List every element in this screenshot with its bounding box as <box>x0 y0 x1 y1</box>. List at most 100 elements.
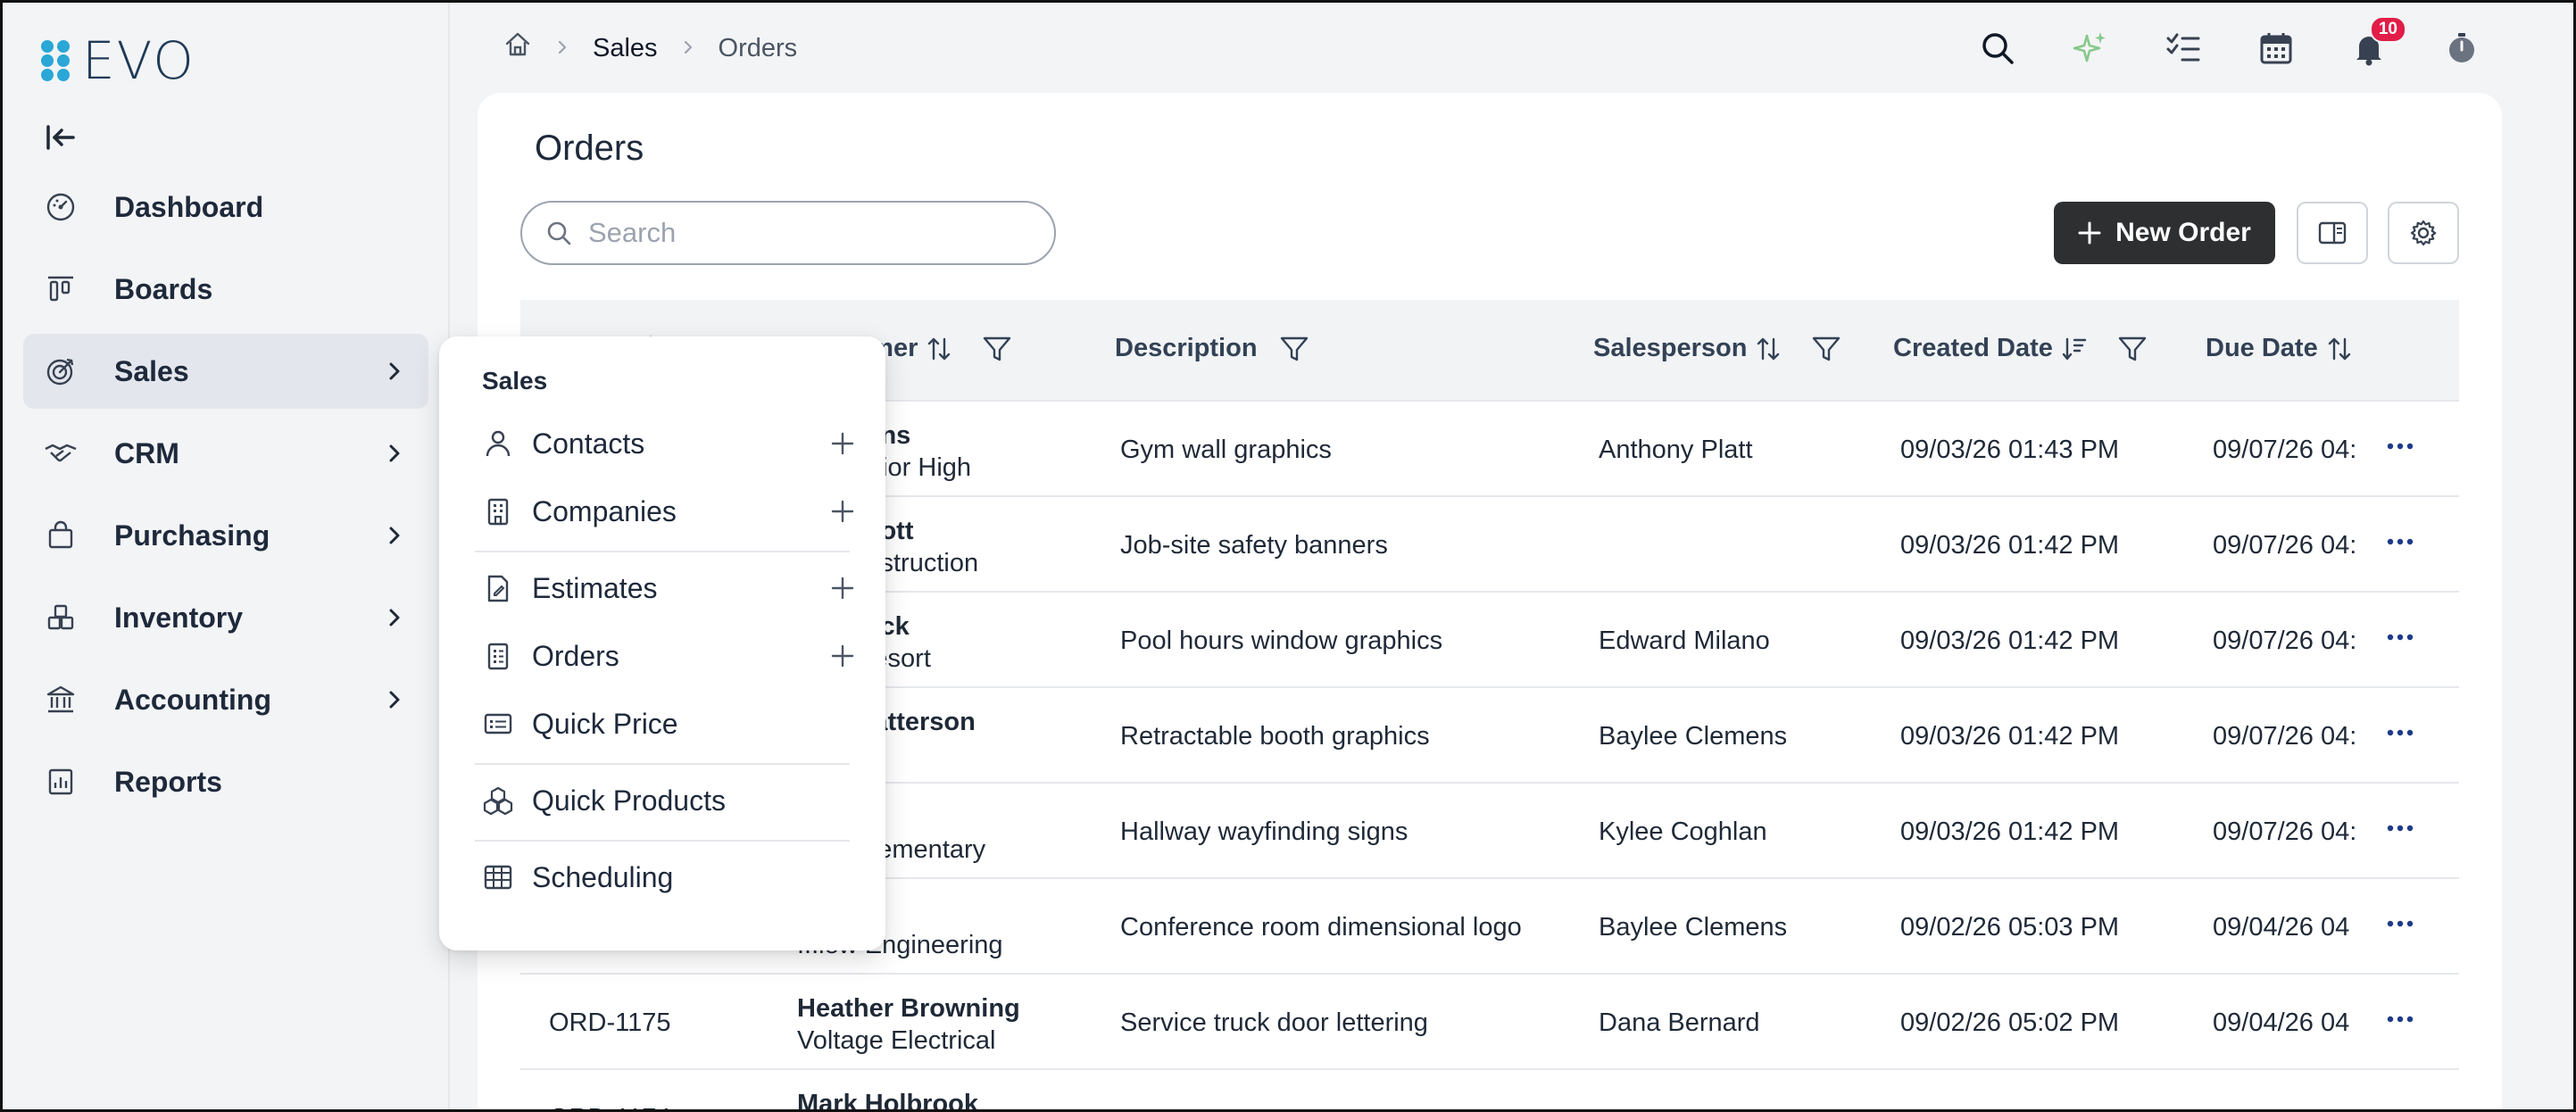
order-number[interactable]: ORD-1174 <box>549 1104 670 1112</box>
flyout-item-companies[interactable]: Companies <box>482 485 857 538</box>
sales-flyout-menu: Sales Contacts Companies Estimates Order… <box>439 336 885 950</box>
flyout-item-estimates[interactable]: Estimates <box>482 561 857 615</box>
order-description: Gym wall graphics <box>1120 436 1332 464</box>
flyout-item-orders[interactable]: Orders <box>482 629 857 683</box>
settings-button[interactable] <box>2388 202 2459 264</box>
new-order-button[interactable]: New Order <box>2054 202 2275 264</box>
sidebar-item-sales[interactable]: Sales <box>23 334 428 409</box>
due-date: 09/07/26 04: <box>2213 436 2357 464</box>
add-order-plus-icon[interactable] <box>828 642 857 670</box>
gear-icon <box>2410 220 2437 246</box>
sidebar-item-dashboard[interactable]: Dashboard <box>23 170 428 245</box>
sidebar-item-accounting[interactable]: Accounting <box>23 662 428 737</box>
flyout-title: Sales <box>482 367 548 394</box>
column-label: Salesperson <box>1593 334 1748 362</box>
due-date: 09/04/26 04 <box>2213 1008 2350 1037</box>
sidebar-item-label: Boards <box>114 272 213 305</box>
task-list-icon[interactable] <box>2158 23 2208 73</box>
salesperson: Anthony Platt <box>1599 436 1753 464</box>
filter-icon[interactable] <box>2117 335 2148 363</box>
collapse-sidebar-button[interactable] <box>43 120 79 155</box>
collapse-arrow-icon <box>46 125 75 150</box>
column-created-date[interactable]: Created Date <box>1893 334 2148 363</box>
order-list-icon <box>482 640 514 672</box>
chevron-right-icon <box>389 691 400 709</box>
salesperson: Kylee Coghlan <box>1599 817 1767 846</box>
flyout-divider <box>475 840 850 842</box>
breadcrumb-sales[interactable]: Sales <box>593 34 658 63</box>
order-description: Job-site safety banners <box>1120 531 1388 560</box>
column-description[interactable]: Description <box>1115 334 1309 363</box>
table-row[interactable]: ORD-1174 Mark Holbrook <box>520 1070 2459 1112</box>
calendar-icon[interactable] <box>2251 23 2301 73</box>
flyout-item-quick-price[interactable]: Quick Price <box>482 697 857 751</box>
home-icon[interactable] <box>503 30 532 66</box>
row-actions-ellipsis-icon[interactable] <box>2382 1001 2418 1037</box>
plus-icon <box>2078 221 2101 245</box>
boards-icon <box>43 271 79 307</box>
flyout-divider <box>475 551 850 552</box>
row-actions-ellipsis-icon[interactable] <box>2382 428 2418 464</box>
sidebar-item-crm[interactable]: CRM <box>23 416 428 491</box>
logo-mark-icon <box>41 37 77 85</box>
building-icon <box>482 495 514 527</box>
row-actions-ellipsis-icon[interactable] <box>2382 906 2418 942</box>
filter-icon[interactable] <box>1811 335 1841 363</box>
flyout-divider <box>475 763 850 765</box>
chevron-right-icon <box>389 362 400 380</box>
due-date: 09/07/26 04: <box>2213 531 2357 560</box>
sort-icon <box>2328 337 2350 360</box>
due-date: 09/04/26 04 <box>2213 913 2350 942</box>
timer-icon[interactable] <box>2437 23 2487 73</box>
person-icon <box>482 427 514 460</box>
column-label: Description <box>1115 334 1258 362</box>
order-number[interactable]: ORD-1175 <box>549 1008 670 1038</box>
sidebar-item-reports[interactable]: Reports <box>23 744 428 819</box>
flyout-item-contacts[interactable]: Contacts <box>482 417 857 470</box>
breadcrumb: Sales Orders <box>503 30 797 66</box>
column-salesperson[interactable]: Salesperson <box>1593 334 1841 363</box>
row-actions-ellipsis-icon[interactable] <box>2382 619 2418 655</box>
sort-icon <box>928 337 951 360</box>
add-contact-plus-icon[interactable] <box>828 429 857 458</box>
schedule-grid-icon <box>482 861 514 893</box>
created-date: 09/02/26 05:03 PM <box>1900 913 2120 942</box>
search-input[interactable] <box>588 217 1017 249</box>
row-actions-ellipsis-icon[interactable] <box>2382 810 2418 846</box>
flyout-item-label: Scheduling <box>532 860 674 893</box>
flyout-item-scheduling[interactable]: Scheduling <box>482 851 857 904</box>
sidebar-item-boards[interactable]: Boards <box>23 252 428 327</box>
row-actions-ellipsis-icon[interactable] <box>2382 524 2418 560</box>
logo[interactable]: EVO <box>41 30 195 91</box>
column-due-date[interactable]: Due Date <box>2206 334 2352 363</box>
sidebar-item-purchasing[interactable]: Purchasing <box>23 498 428 573</box>
add-estimate-plus-icon[interactable] <box>828 574 857 602</box>
search-icon <box>547 221 571 245</box>
topbar-actions: 10 <box>1973 16 2487 73</box>
created-date: 09/03/26 01:42 PM <box>1900 627 2120 655</box>
search-box[interactable] <box>520 201 1056 265</box>
notifications-bell-icon[interactable]: 10 <box>2344 16 2406 73</box>
toggle-panel-button[interactable] <box>2297 202 2368 264</box>
ai-sparkle-icon[interactable] <box>2065 23 2115 73</box>
chevron-right-icon <box>389 444 400 462</box>
flyout-item-label: Quick Products <box>532 784 726 817</box>
page-title: Orders <box>535 129 644 168</box>
table-row[interactable]: ORD-1175 Heather Browning Voltage Electric… <box>520 975 2459 1070</box>
search-icon[interactable] <box>1973 23 2023 73</box>
filter-icon[interactable] <box>1279 335 1309 363</box>
chevron-right-icon <box>389 609 400 627</box>
side-panel-icon <box>2318 221 2347 245</box>
new-order-label: New Order <box>2115 218 2251 247</box>
sidebar-item-inventory[interactable]: Inventory <box>23 580 428 655</box>
sidebar-item-label: Reports <box>114 765 222 798</box>
breadcrumb-separator-icon <box>679 34 697 63</box>
flyout-item-quick-products[interactable]: Quick Products <box>482 774 857 827</box>
price-card-icon <box>482 708 514 740</box>
order-description: Service truck door lettering <box>1120 1008 1428 1037</box>
add-company-plus-icon[interactable] <box>828 497 857 526</box>
filter-icon[interactable] <box>982 335 1012 363</box>
bank-icon <box>43 682 79 718</box>
row-actions-ellipsis-icon[interactable] <box>2382 715 2418 751</box>
order-description: Conference room dimensional logo <box>1120 913 1522 942</box>
